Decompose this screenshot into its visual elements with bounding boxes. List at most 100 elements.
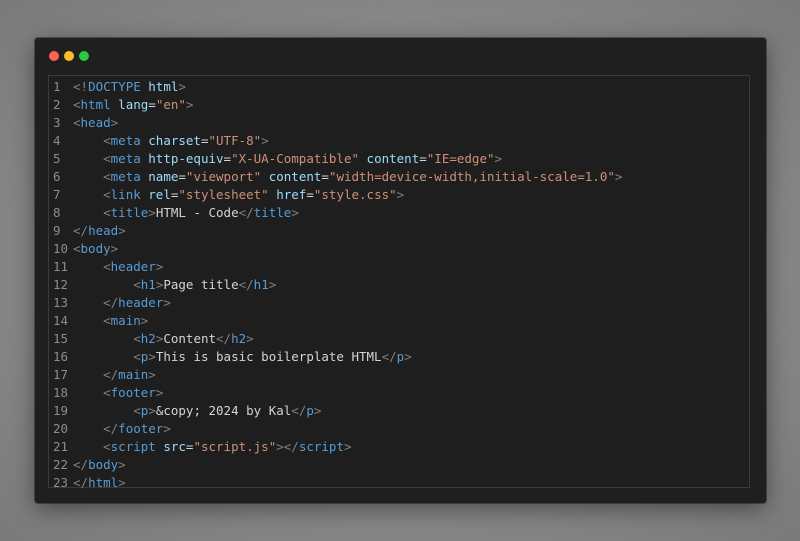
token-punctuation: < [103,151,111,166]
line-number: 18 [53,385,69,400]
token-punctuation: < [103,439,111,454]
code-text: <header> [72,258,163,276]
code-text: </header> [72,294,171,312]
line-number: 22 [53,457,69,472]
code-text: <!DOCTYPE html> [72,78,186,96]
token-tag-name: head [80,115,111,130]
token-punctuation: </ [73,223,89,238]
token-punctuation: > [396,187,405,202]
code-line: 20 </footer> [49,420,749,438]
line-number: 9 [53,223,61,238]
token-tag-name: html [80,97,111,112]
token-punctuation: </ [291,403,307,418]
token-text: = [306,187,314,202]
token-punctuation: </ [103,367,119,382]
token-punctuation: < [103,187,111,202]
token-tag-name: footer [118,421,164,436]
line-number: 13 [53,295,69,310]
token-attribute-name: content [268,169,322,184]
code-line: 19 <p>&copy; 2024 by Kal</p> [49,402,749,420]
token-punctuation: > [148,205,156,220]
token-punctuation: </ [238,277,254,292]
token-tag-name: h2 [140,331,156,346]
code-editor[interactable]: 1 <!DOCTYPE html> 2 <html lang="en"> 3 <head>… [48,75,750,490]
token-punctuation: < [103,385,111,400]
code-text: <meta name="viewport" content="width=dev… [72,168,622,186]
code-line: 7 <link rel="stylesheet" href="style.css… [49,186,749,204]
code-line: 15 <h2>Content</h2> [49,330,749,348]
code-line: 16 <p>This is basic boilerplate HTML</p> [49,348,749,366]
token-punctuation: < [103,259,111,274]
line-number: 15 [53,331,69,346]
line-number: 3 [53,115,61,130]
code-text: <link rel="stylesheet" href="style.css"> [72,186,404,204]
token-string-value: "X-UA-Compatible" [231,151,360,166]
line-number: 4 [53,133,61,148]
line-number: 6 [53,169,61,184]
token-text: Page title [163,277,239,292]
line-number: 21 [53,439,69,454]
code-line: 1 <!DOCTYPE html> [49,78,749,96]
token-text: = [419,151,427,166]
token-punctuation: </ [238,205,254,220]
token-attribute-name: name [148,169,179,184]
token-tag-name: header [118,295,164,310]
line-number: 1 [53,79,61,94]
token-punctuation: < [73,241,81,256]
token-attribute-name: html [148,79,179,94]
line-number: 16 [53,349,69,364]
code-text: <html lang="en"> [72,96,193,114]
maximize-button[interactable] [79,51,89,61]
code-line: 18 <footer> [49,384,749,402]
token-string-value: "en" [155,97,186,112]
token-punctuation: > [343,439,352,454]
code-text: </body> [72,456,126,474]
code-line: 9 </head> [49,222,749,240]
token-tag-name: header [110,259,156,274]
token-punctuation: > [148,349,156,364]
token-string-value: "stylesheet" [178,187,269,202]
token-tag-name: script [110,439,156,454]
line-number: 10 [53,241,69,256]
code-text: <head> [72,114,118,132]
line-number: 2 [53,97,61,112]
token-punctuation: </ [103,295,119,310]
token-tag-name: link [110,187,141,202]
code-window: 1 <!DOCTYPE html> 2 <html lang="en"> 3 <head>… [35,38,766,503]
token-string-value: "width=device-width,initial-scale=1.0" [328,169,615,184]
token-punctuation: > [148,367,156,382]
code-text: <script src="script.js"></script> [72,438,352,456]
token-punctuation: < [73,115,81,130]
minimize-button[interactable] [64,51,74,61]
token-punctuation: < [133,277,141,292]
line-number: 19 [53,403,69,418]
token-punctuation: > [404,349,412,364]
code-line: 8 <title>HTML - Code</title> [49,204,749,222]
code-text: <p>&copy; 2024 by Kal</p> [72,402,321,420]
token-punctuation: </ [73,475,89,490]
token-text: This is basic boilerplate HTML [155,349,382,364]
token-attribute-name: rel [148,187,171,202]
token-punctuation: > [313,403,322,418]
code-text: </head> [72,222,126,240]
close-button[interactable] [49,51,59,61]
code-text: <p>This is basic boilerplate HTML</p> [72,348,412,366]
token-punctuation: </ [103,421,119,436]
token-text: = [148,97,156,112]
token-punctuation: <! [73,79,89,94]
line-number: 5 [53,151,61,166]
token-tag-name: html [88,475,119,490]
token-punctuation: > [155,385,164,400]
token-string-value: "viewport" [185,169,262,184]
token-punctuation: > [268,277,277,292]
token-string-value: "IE=edge" [426,151,495,166]
token-attribute-name: charset [148,133,201,148]
token-punctuation: > [110,115,119,130]
